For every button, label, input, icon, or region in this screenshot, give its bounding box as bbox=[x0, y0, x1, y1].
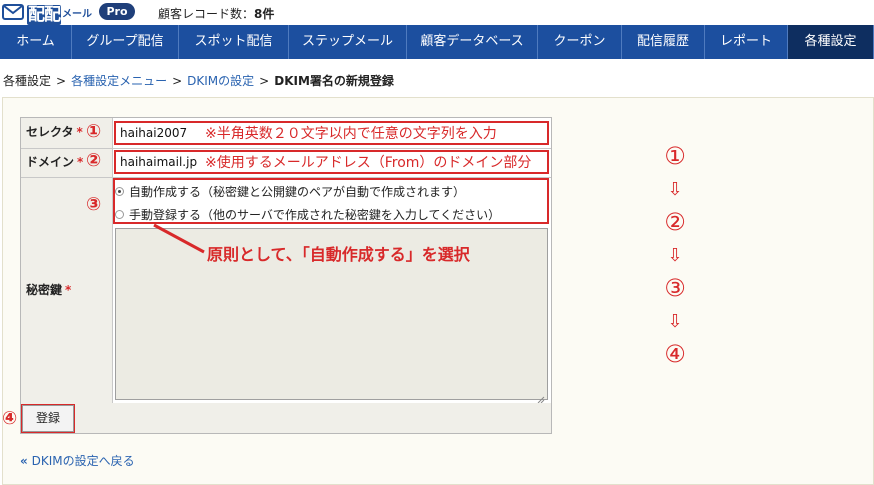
step-2: ② bbox=[664, 208, 686, 236]
resize-grip-icon[interactable] bbox=[537, 389, 545, 404]
down-arrow-icon: ⇩ bbox=[667, 311, 683, 332]
nav-home[interactable]: ホーム bbox=[0, 25, 72, 59]
radio-manual[interactable] bbox=[115, 210, 124, 219]
radio-auto-option[interactable]: 自動作成する（秘密鍵と公開鍵のペアが自動で作成されます） bbox=[115, 183, 465, 200]
step-sequence: ① ⇩ ② ⇩ ③ ⇩ ④ bbox=[650, 140, 700, 371]
breadcrumb-current: DKIM署名の新規登録 bbox=[274, 74, 394, 88]
register-button[interactable]: 登録 bbox=[22, 405, 74, 432]
record-count-label: 顧客レコード数： bbox=[158, 7, 255, 21]
breadcrumb-separator: > bbox=[259, 74, 270, 88]
record-count: 顧客レコード数：8件 bbox=[158, 5, 274, 22]
nav-customer-database[interactable]: 顧客データベース bbox=[407, 25, 538, 59]
back-to-dkim-link[interactable]: « DKIMの設定へ戻る bbox=[20, 452, 135, 469]
step-3: ③ bbox=[664, 274, 686, 302]
logo-subtext: メール bbox=[62, 8, 92, 20]
domain-label: ドメイン bbox=[26, 155, 75, 169]
step-4: ④ bbox=[664, 340, 686, 368]
breadcrumb-settings-menu[interactable]: 各種設定メニュー bbox=[71, 74, 167, 88]
nav-coupon[interactable]: クーポン bbox=[538, 25, 622, 59]
breadcrumb-separator: > bbox=[56, 74, 67, 88]
record-count-value: 8件 bbox=[254, 7, 275, 21]
envelope-icon bbox=[2, 3, 26, 21]
callout-arrow bbox=[153, 223, 205, 254]
nav-spot-delivery[interactable]: スポット配信 bbox=[179, 25, 289, 59]
breadcrumb: 各種設定 > 各種設定メニュー > DKIMの設定 > DKIM署名の新規登録 bbox=[3, 72, 394, 89]
breadcrumb-separator: > bbox=[172, 74, 183, 88]
double-chevron-left-icon: « bbox=[20, 454, 28, 468]
breadcrumb-dkim-settings[interactable]: DKIMの設定 bbox=[187, 74, 254, 88]
selector-note: ※半角英数２０文字以内で任意の文字列を入力 bbox=[205, 126, 497, 142]
privkey-label: 秘密鍵 bbox=[26, 283, 63, 297]
nav-group-delivery[interactable]: グループ配信 bbox=[72, 25, 179, 59]
radio-manual-option[interactable]: 手動登録する（他のサーバで作成された秘密鍵を入力してください） bbox=[115, 206, 500, 223]
annotation-circle-2: ② bbox=[86, 150, 102, 171]
app-logo[interactable]: 配配 メール bbox=[2, 1, 92, 25]
back-link-label: DKIMの設定へ戻る bbox=[31, 454, 135, 468]
radio-auto-label: 自動作成する（秘密鍵と公開鍵のペアが自動で作成されます） bbox=[129, 185, 466, 199]
down-arrow-icon: ⇩ bbox=[667, 245, 683, 266]
annotation-circle-1: ① bbox=[86, 121, 102, 142]
nav-delivery-history[interactable]: 配信履歴 bbox=[622, 25, 705, 59]
down-arrow-icon: ⇩ bbox=[667, 179, 683, 200]
breadcrumb-settings: 各種設定 bbox=[3, 74, 52, 88]
required-mark: * bbox=[65, 283, 72, 297]
submit-row bbox=[21, 403, 551, 433]
callout-text: 原則として、「自動作成する」を選択 bbox=[207, 245, 470, 264]
top-header: 配配 メール Pro 顧客レコード数：8件 bbox=[0, 0, 874, 25]
radio-auto[interactable] bbox=[115, 187, 124, 196]
logo-text: 配配 bbox=[27, 4, 61, 25]
annotation-circle-3: ③ bbox=[86, 194, 102, 215]
nav-report[interactable]: レポート bbox=[705, 25, 788, 59]
radio-manual-label: 手動登録する（他のサーバで作成された秘密鍵を入力してください） bbox=[129, 208, 501, 222]
domain-note: ※使用するメールアドレス（From）のドメイン部分 bbox=[205, 155, 532, 171]
nav-settings[interactable]: 各種設定 bbox=[788, 25, 874, 59]
selector-label: セレクタ bbox=[26, 125, 74, 139]
step-1: ① bbox=[664, 142, 686, 170]
required-mark: * bbox=[77, 155, 84, 169]
main-nav: ホーム グループ配信 スポット配信 ステップメール 顧客データベース クーポン … bbox=[0, 25, 874, 59]
nav-step-mail[interactable]: ステップメール bbox=[289, 25, 407, 59]
required-mark: * bbox=[76, 125, 83, 139]
pro-badge: Pro bbox=[99, 3, 135, 20]
annotation-circle-4: ④ bbox=[2, 408, 18, 429]
